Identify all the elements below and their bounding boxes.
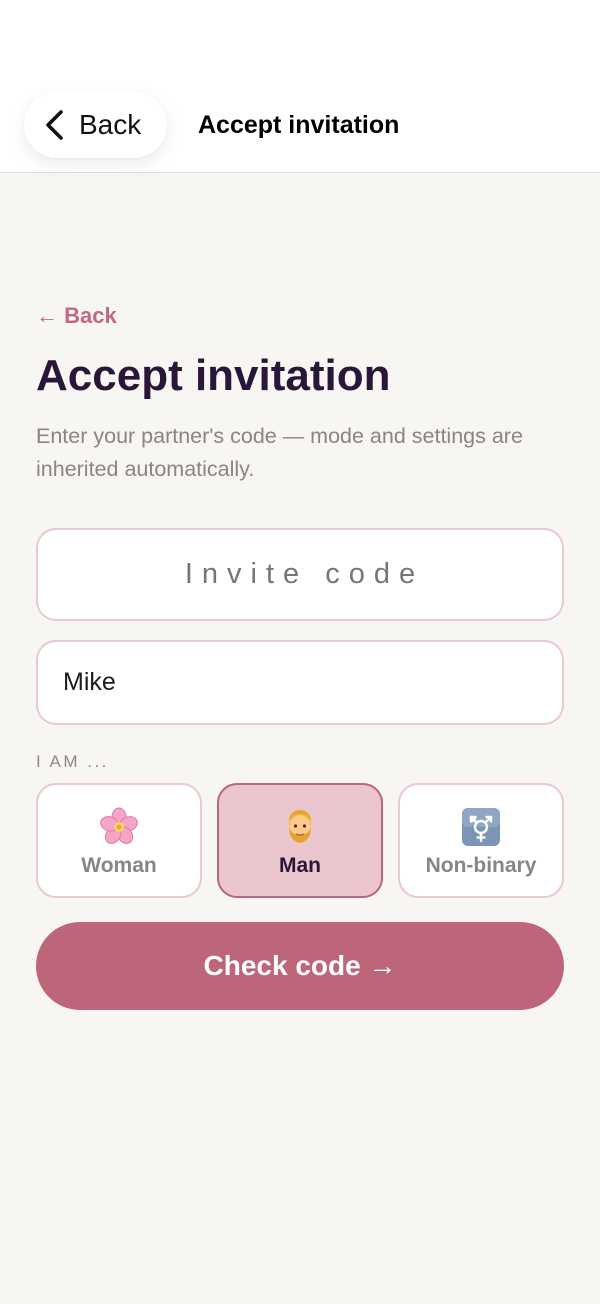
man-blond-beard-icon — [219, 807, 381, 847]
back-link[interactable]: ← Back — [36, 300, 117, 332]
name-input[interactable] — [36, 640, 564, 725]
check-code-button[interactable]: Check code → — [36, 922, 564, 1010]
gender-option-man[interactable]: Man — [217, 783, 383, 898]
gender-section-label: I AM ... — [36, 752, 109, 771]
page-title: Accept invitation — [36, 351, 391, 400]
nav-back-label: Back — [79, 109, 142, 140]
transgender-symbol-icon — [400, 807, 562, 847]
nav-title: Accept invitation — [198, 111, 400, 139]
gender-option-label: Woman — [81, 854, 157, 877]
chevron-left-icon — [46, 110, 63, 140]
nav-back-button[interactable]: Back — [24, 92, 167, 158]
gender-option-label: Non-binary — [425, 854, 537, 877]
gender-option-woman[interactable]: Woman — [36, 783, 202, 898]
invite-code-input[interactable] — [36, 528, 564, 621]
top-navigation-bar: Back Accept invitation — [0, 0, 600, 173]
gender-option-non-binary[interactable]: Non-binary — [398, 783, 564, 898]
cherry-blossom-icon — [38, 807, 200, 847]
page-subtitle: Enter your partner's code — mode and set… — [36, 424, 523, 481]
gender-option-label: Man — [279, 854, 321, 877]
